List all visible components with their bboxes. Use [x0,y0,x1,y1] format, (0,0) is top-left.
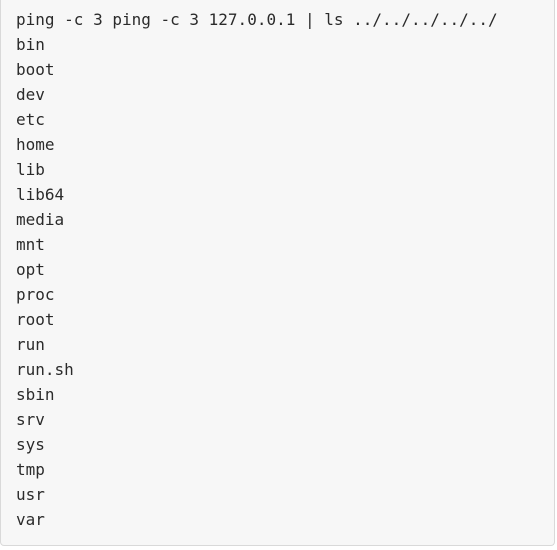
command-output-panel: ping -c 3 ping -c 3 127.0.0.1 | ls ../..… [0,0,555,546]
output-line: mnt [16,235,45,254]
output-line: run [16,335,45,354]
output-line: srv [16,410,45,429]
output-line: tmp [16,460,45,479]
output-line: run.sh [16,360,74,379]
output-line: sbin [16,385,55,404]
output-line: dev [16,85,45,104]
output-line: var [16,510,45,529]
output-line: proc [16,285,55,304]
output-line: boot [16,60,55,79]
output-line: usr [16,485,45,504]
output-line: opt [16,260,45,279]
output-line: home [16,135,55,154]
output-line: lib [16,160,45,179]
output-line: root [16,310,55,329]
output-line: bin [16,35,45,54]
output-line: etc [16,110,45,129]
output-line: media [16,210,65,229]
command-line: ping -c 3 ping -c 3 127.0.0.1 | ls ../..… [16,10,498,29]
output-line: sys [16,435,45,454]
output-line: lib64 [16,185,65,204]
